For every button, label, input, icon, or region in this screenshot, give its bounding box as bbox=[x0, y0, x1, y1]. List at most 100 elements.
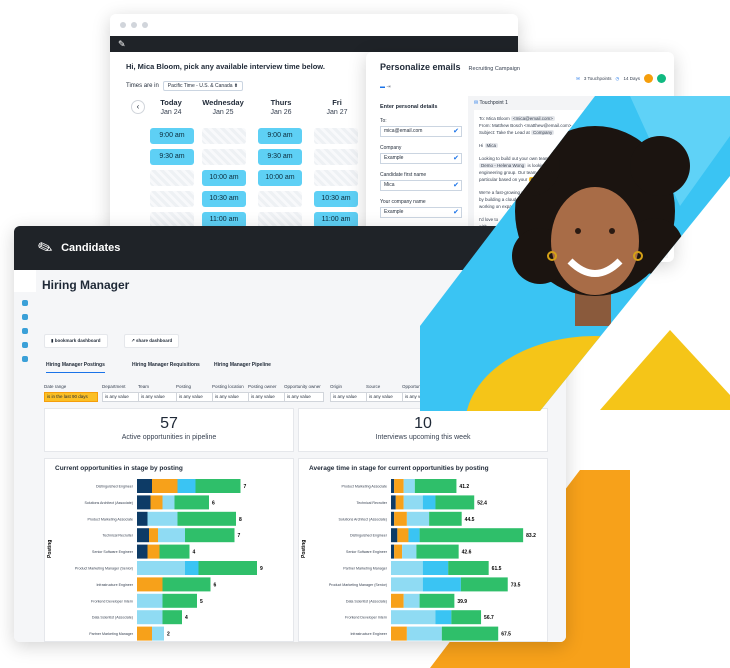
sidebar-item-candidates[interactable] bbox=[22, 314, 28, 320]
filter-label: Team bbox=[138, 384, 150, 389]
share-dashboard-button[interactable]: ↗ share dashboard bbox=[124, 334, 180, 348]
bar-segment[interactable] bbox=[162, 495, 175, 510]
bar-segment[interactable] bbox=[435, 495, 475, 510]
bar-segment[interactable] bbox=[137, 528, 149, 543]
bar-segment[interactable] bbox=[406, 626, 442, 641]
timezone-select[interactable]: Pacific Time - U.S. & Canada ⬍ bbox=[162, 81, 244, 91]
bar-segment[interactable] bbox=[137, 577, 163, 592]
bar-segment[interactable] bbox=[435, 610, 452, 625]
bar-segment[interactable] bbox=[419, 528, 524, 543]
filter-value[interactable]: is any value bbox=[138, 392, 178, 402]
bar-segment[interactable] bbox=[185, 561, 199, 575]
bar-segment[interactable] bbox=[402, 544, 417, 559]
bar-segment[interactable] bbox=[391, 544, 395, 559]
bar-segment[interactable] bbox=[419, 593, 455, 608]
sidebar-item-home[interactable] bbox=[22, 300, 28, 306]
bar-segment[interactable] bbox=[158, 528, 185, 543]
tab-hiring-manager-pipeline[interactable]: Hiring Manager Pipeline bbox=[214, 362, 271, 368]
bar-segment[interactable] bbox=[406, 511, 430, 526]
bar-segment[interactable] bbox=[391, 561, 423, 575]
bar-segment[interactable] bbox=[391, 610, 436, 625]
bar-segment[interactable] bbox=[162, 610, 183, 625]
field-value: Example bbox=[384, 209, 404, 215]
time-slot-available[interactable]: 10:00 am bbox=[258, 170, 302, 186]
bar-segment[interactable] bbox=[460, 577, 508, 592]
bar-segment[interactable] bbox=[137, 544, 148, 559]
bar-segment[interactable] bbox=[403, 593, 420, 608]
bar-segment[interactable] bbox=[137, 593, 163, 608]
bar-segment[interactable] bbox=[185, 528, 235, 543]
bar-segment[interactable] bbox=[451, 610, 482, 625]
bar-segment[interactable] bbox=[391, 495, 396, 510]
filter-value[interactable]: is any value bbox=[176, 392, 216, 402]
filter-value[interactable]: is any value bbox=[102, 392, 142, 402]
sidebar-item-messages[interactable] bbox=[22, 328, 28, 334]
bar-segment[interactable] bbox=[162, 593, 198, 608]
bar-segment[interactable] bbox=[137, 626, 152, 641]
bar-segment[interactable] bbox=[422, 495, 436, 510]
category-label: Product Marketing Associate bbox=[341, 485, 387, 489]
bar-segment[interactable] bbox=[391, 577, 423, 592]
touchpoints-count: 3 Touchpoints bbox=[583, 76, 612, 81]
bar-segment[interactable] bbox=[403, 479, 415, 493]
time-slot-available[interactable]: 9:00 am bbox=[150, 128, 194, 144]
bar-segment[interactable] bbox=[162, 577, 211, 592]
bar-segment[interactable] bbox=[137, 495, 151, 510]
bar-segment[interactable] bbox=[414, 479, 457, 493]
bar-segment[interactable] bbox=[391, 479, 395, 493]
sidebar-item-reports[interactable] bbox=[22, 342, 28, 348]
bar-segment[interactable] bbox=[408, 528, 420, 543]
time-slot-available[interactable]: 10:00 am bbox=[202, 170, 246, 186]
time-slot-available[interactable]: 10:30 am bbox=[314, 191, 358, 207]
tab-hiring-manager-requisitions[interactable]: Hiring Manager Requisitions bbox=[132, 362, 200, 368]
bar-segment[interactable] bbox=[391, 593, 404, 608]
bar-segment[interactable] bbox=[137, 561, 185, 575]
bar-segment[interactable] bbox=[174, 495, 210, 510]
filter-value[interactable]: is any value bbox=[330, 392, 370, 402]
bar-segment[interactable] bbox=[150, 495, 163, 510]
bar-segment[interactable] bbox=[394, 544, 403, 559]
bar-segment[interactable] bbox=[397, 528, 409, 543]
tab-hiring-manager-postings[interactable]: Hiring Manager Postings bbox=[46, 362, 105, 373]
bar-segment[interactable] bbox=[422, 577, 461, 592]
bar-segment[interactable] bbox=[448, 561, 489, 575]
bar-segment[interactable] bbox=[441, 626, 499, 641]
filter-value[interactable]: is any value bbox=[366, 392, 406, 402]
time-slot-available[interactable]: 9:30 am bbox=[150, 149, 194, 165]
bar-segment[interactable] bbox=[395, 495, 404, 510]
filter-value[interactable]: is any value bbox=[212, 392, 252, 402]
bar-segment[interactable] bbox=[147, 511, 178, 526]
bar-segment[interactable] bbox=[422, 561, 449, 575]
bar-segment[interactable] bbox=[137, 511, 148, 526]
bar-segment[interactable] bbox=[416, 544, 459, 559]
sidebar-item-settings[interactable] bbox=[22, 356, 28, 362]
bar-segment[interactable] bbox=[198, 561, 258, 575]
sidebar-nav bbox=[14, 292, 36, 642]
bar-segment[interactable] bbox=[152, 479, 178, 493]
bar-segment[interactable] bbox=[403, 495, 423, 510]
bar-segment[interactable] bbox=[177, 511, 237, 526]
bar-segment[interactable] bbox=[391, 626, 407, 641]
bookmark-dashboard-button[interactable]: ▮ bookmark dashboard bbox=[44, 334, 108, 348]
bar-segment[interactable] bbox=[152, 626, 164, 641]
filter-value[interactable]: is any value bbox=[284, 392, 324, 402]
bar-segment[interactable] bbox=[137, 479, 152, 493]
bar-segment[interactable] bbox=[391, 528, 398, 543]
bar-segment[interactable] bbox=[177, 479, 196, 493]
filter-value[interactable]: is any value bbox=[248, 392, 288, 402]
bar-segment[interactable] bbox=[394, 511, 407, 526]
bar-segment[interactable] bbox=[195, 479, 241, 493]
bar-segment[interactable] bbox=[394, 479, 404, 493]
filter-label: Source bbox=[366, 384, 381, 389]
bar-segment[interactable] bbox=[429, 511, 462, 526]
bar-segment[interactable] bbox=[391, 511, 395, 526]
bar-segment[interactable] bbox=[159, 544, 190, 559]
filter-value[interactable]: is in the last 90 days bbox=[44, 392, 98, 402]
time-slot-available[interactable]: 9:30 am bbox=[258, 149, 302, 165]
category-label: Senior Software Engineer bbox=[346, 550, 388, 554]
time-slot-available[interactable]: 9:00 am bbox=[258, 128, 302, 144]
time-slot-available[interactable]: 10:30 am bbox=[202, 191, 246, 207]
bar-segment[interactable] bbox=[147, 544, 160, 559]
bar-segment[interactable] bbox=[149, 528, 158, 543]
bar-segment[interactable] bbox=[137, 610, 163, 625]
